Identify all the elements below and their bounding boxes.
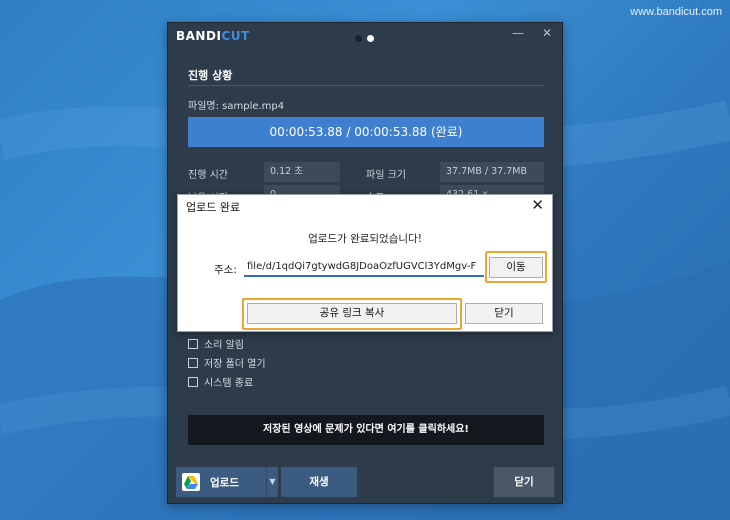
upload-label: 업로드	[210, 477, 239, 489]
close-button[interactable]: 닫기	[494, 467, 554, 497]
copy-share-link-button[interactable]: 공유 링크 복사	[247, 303, 457, 324]
file-size-label: 파일 크기	[366, 170, 406, 181]
upload-button[interactable]: 업로드 ▼	[176, 467, 278, 497]
app-logo: BANDICUT	[176, 29, 250, 43]
upload-complete-dialog: 업로드 완료 ✕ 업로드가 완료되었습니다! 주소: 이동 공유 링크 복사 닫…	[177, 194, 553, 332]
sound-alert-option[interactable]: 소리 알림	[188, 336, 244, 351]
progress-bar: 00:00:53.88 / 00:00:53.88 (완료)	[188, 117, 544, 147]
google-drive-icon	[182, 473, 200, 491]
shutdown-checkbox[interactable]	[188, 377, 198, 387]
page-dot-1[interactable]	[355, 35, 362, 42]
elapsed-value: 0.12 초	[264, 162, 340, 182]
dialog-message: 업로드가 완료되었습니다!	[308, 233, 422, 245]
file-name-label: 파일명: sample.mp4	[188, 101, 285, 112]
shutdown-label: 시스템 종료	[204, 378, 254, 389]
address-label: 주소:	[214, 264, 237, 276]
play-button[interactable]: 재생	[281, 467, 357, 497]
dialog-close-button[interactable]: 닫기	[465, 303, 543, 324]
page-indicator	[355, 32, 379, 45]
sound-alert-checkbox[interactable]	[188, 339, 198, 349]
sound-alert-label: 소리 알림	[204, 340, 244, 351]
close-icon[interactable]: ✕	[542, 26, 552, 40]
problem-report-link[interactable]: 저장된 영상에 문제가 있다면 여기를 클릭하세요!	[188, 415, 544, 445]
title-bar: BANDICUT — ✕	[168, 23, 562, 49]
page-dot-2[interactable]	[367, 35, 374, 42]
minimize-icon[interactable]: —	[512, 26, 524, 40]
move-button[interactable]: 이동	[489, 257, 543, 278]
open-folder-checkbox[interactable]	[188, 358, 198, 368]
file-size-value: 37.7MB / 37.7MB	[440, 162, 544, 182]
shutdown-option[interactable]: 시스템 종료	[188, 374, 253, 389]
elapsed-label: 진행 시간	[188, 170, 228, 181]
footer-bar: 업로드 ▼ 재생 닫기	[168, 455, 562, 505]
dialog-close-icon[interactable]: ✕	[531, 196, 544, 214]
section-divider	[188, 85, 544, 86]
open-folder-label: 저장 폴더 열기	[204, 359, 266, 370]
progress-section-title: 진행 상황	[188, 69, 233, 82]
address-field[interactable]	[244, 257, 484, 277]
open-folder-option[interactable]: 저장 폴더 열기	[188, 355, 266, 370]
watermark-text: www.bandicut.com	[630, 6, 722, 18]
chevron-down-icon[interactable]: ▼	[266, 467, 278, 497]
dialog-title: 업로드 완료	[186, 201, 241, 214]
